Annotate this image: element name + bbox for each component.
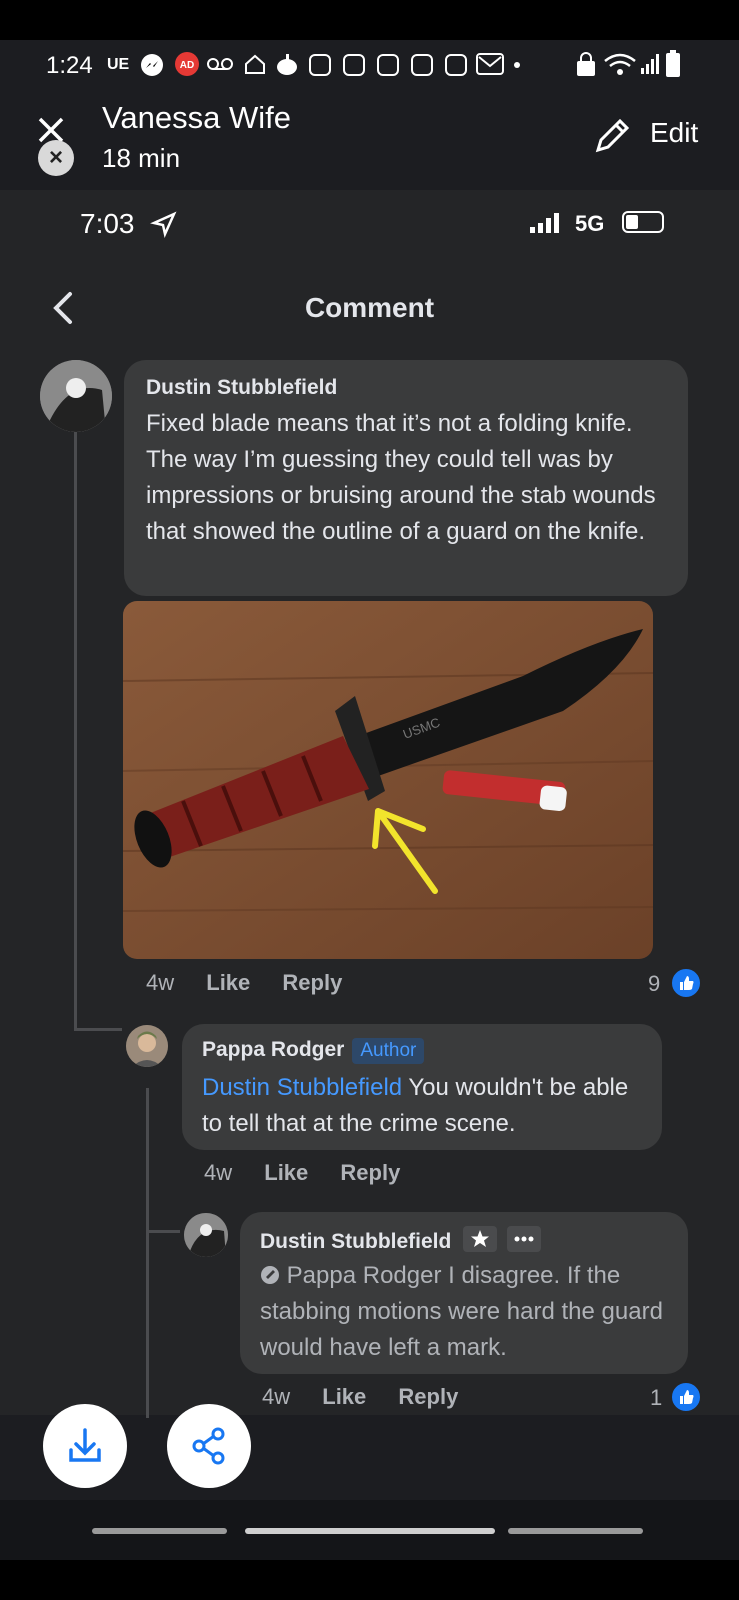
edit-button[interactable]: Edit (650, 117, 698, 149)
reaction-count[interactable]: 9 (648, 971, 660, 997)
download-icon (69, 1428, 101, 1462)
comment-time: 4w (204, 1160, 233, 1185)
close-badge-icon[interactable]: × (38, 140, 74, 176)
comment-meta: 4w Like Reply (146, 970, 368, 996)
avatar[interactable] (40, 360, 112, 432)
inner-battery-icon (622, 211, 664, 233)
reply-button[interactable]: Reply (282, 970, 342, 995)
avatar[interactable] (184, 1213, 228, 1257)
ad-blocker-icon: AD (175, 52, 199, 76)
instagram-icon (445, 54, 467, 76)
more-icon[interactable] (507, 1226, 542, 1252)
comment-time: 4w (262, 1384, 291, 1409)
gmail-icon (476, 53, 504, 75)
instagram-icon (411, 54, 433, 76)
network-type: 5G (575, 211, 605, 236)
thread-line (146, 1088, 149, 1418)
knife-photo[interactable]: USMC (123, 601, 653, 959)
reply-button[interactable]: Reply (398, 1384, 458, 1409)
like-button[interactable]: Like (206, 970, 250, 995)
comment-time: 4w (146, 970, 175, 995)
instagram-icon (377, 54, 399, 76)
mention-check-icon (261, 1266, 279, 1284)
home-icon (245, 54, 265, 74)
messenger-icon (141, 54, 163, 76)
mention-link[interactable]: Pappa Rodger (287, 1262, 442, 1289)
inner-signal-icon (530, 213, 559, 233)
comment-author[interactable]: Dustin Stubblefield (260, 1230, 451, 1253)
share-icon (192, 1427, 225, 1465)
location-arrow-icon (150, 211, 177, 238)
author-badge: Author (352, 1038, 425, 1064)
reply-button[interactable]: Reply (340, 1160, 400, 1185)
status-carrier: UE (107, 56, 130, 73)
like-icon (670, 1381, 702, 1413)
app-icon (277, 54, 297, 75)
svg-text:AD: AD (180, 60, 194, 71)
like-button[interactable]: Like (322, 1384, 366, 1409)
comment-bubble: Pappa Rodger Author Dustin Stubblefield Y… (182, 1024, 662, 1150)
reaction-count[interactable]: 1 (650, 1385, 662, 1411)
instagram-icon (343, 54, 365, 76)
pencil-icon[interactable] (592, 116, 632, 156)
screen-title: Comment (304, 292, 435, 323)
comment-author[interactable]: Dustin Stubblefield (146, 376, 666, 400)
like-button[interactable]: Like (264, 1160, 308, 1185)
story-title: Vanessa Wife (102, 100, 291, 135)
comment-bubble: Dustin Stubblefield Fixed blade means th… (124, 360, 688, 596)
nav-indicator (508, 1528, 643, 1534)
avatar[interactable] (126, 1025, 168, 1067)
like-icon (670, 967, 702, 999)
star-icon[interactable] (463, 1226, 498, 1252)
battery-icon (666, 50, 680, 77)
comment-meta: 4w Like Reply (262, 1384, 484, 1410)
thread-line (74, 1028, 122, 1031)
instagram-icon (309, 54, 331, 76)
home-indicator[interactable] (245, 1528, 495, 1534)
outer-status-bar: 1:24 UE AD (0, 40, 739, 90)
voicemail-icon (207, 58, 233, 70)
status-time: 1:24 (46, 52, 93, 79)
lock-icon (577, 52, 595, 76)
inner-status-time: 7:03 (80, 208, 135, 239)
thread-line (146, 1230, 180, 1233)
comment-meta: 4w Like Reply (204, 1160, 426, 1186)
comment-author[interactable]: Pappa Rodger (202, 1038, 344, 1061)
thread-line (74, 425, 77, 1030)
comment-bubble: Dustin Stubblefield Pappa Rodger I disag… (240, 1212, 688, 1374)
download-button[interactable] (43, 1404, 127, 1488)
wifi-icon (604, 53, 636, 75)
notification-dot-icon (514, 62, 520, 68)
story-age: 18 min (102, 143, 181, 173)
comment-text: Fixed blade means that it’s not a foldin… (146, 410, 656, 545)
mention-link[interactable]: Dustin Stubblefield (202, 1074, 402, 1101)
share-button[interactable] (167, 1404, 251, 1488)
nav-indicator (92, 1528, 227, 1534)
signal-icon (641, 54, 659, 74)
